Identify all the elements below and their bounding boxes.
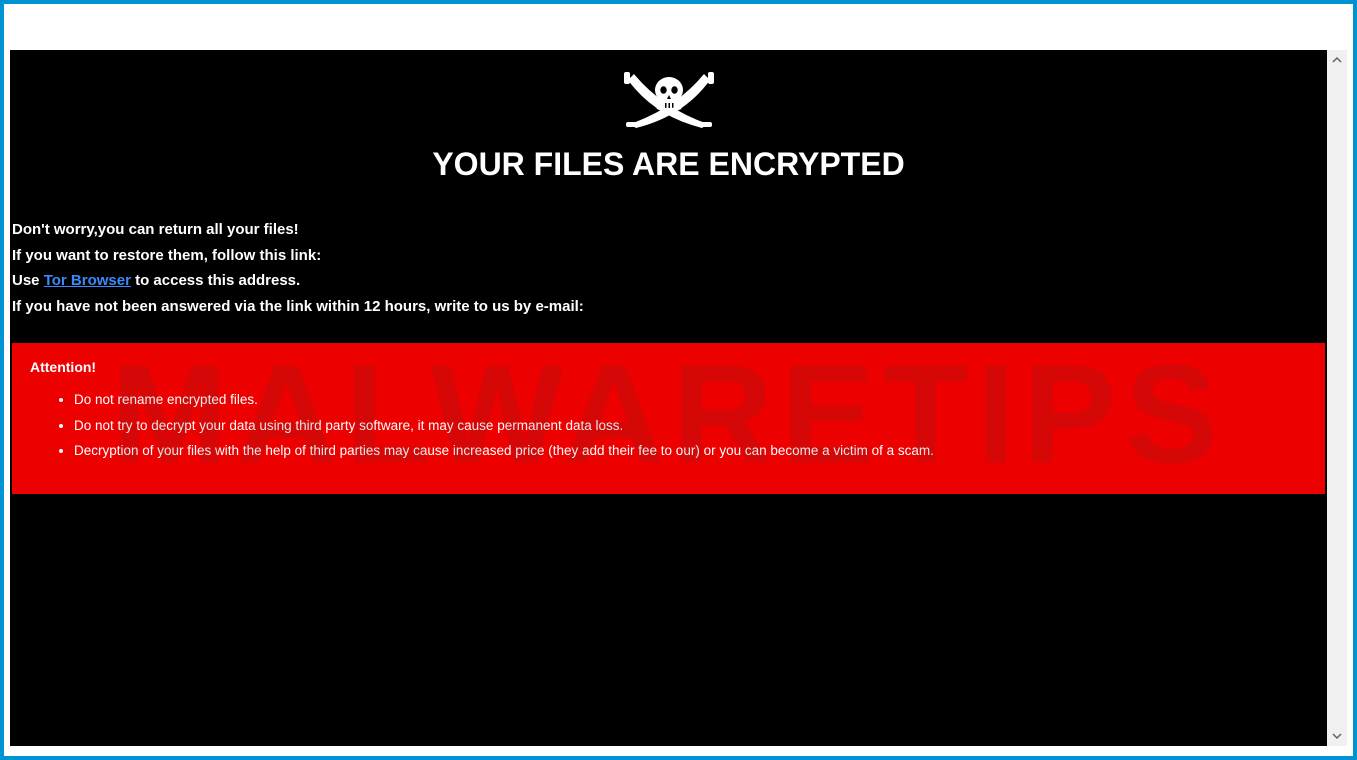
window-frame: MALWARETIPS — [4, 4, 1353, 756]
attention-item: Do not rename encrypted files. — [74, 387, 1307, 413]
attention-box: Attention! Do not rename encrypted files… — [12, 343, 1325, 494]
body-line-3-suffix: to access this address. — [131, 272, 300, 289]
attention-list: Do not rename encrypted files. Do not tr… — [30, 387, 1307, 464]
body-text: Don't worry,you can return all your file… — [10, 217, 1327, 319]
ransom-note-panel: MALWARETIPS — [10, 50, 1327, 746]
skull-swords-icon — [614, 68, 724, 138]
headline: YOUR FILES ARE ENCRYPTED — [10, 146, 1327, 183]
attention-item: Do not try to decrypt your data using th… — [74, 413, 1307, 439]
scroll-up-button[interactable] — [1327, 50, 1347, 70]
body-line-1: Don't worry,you can return all your file… — [12, 217, 1327, 243]
body-line-4: If you have not been answered via the li… — [12, 294, 1327, 320]
body-line-2: If you want to restore them, follow this… — [12, 243, 1327, 269]
scroll-down-button[interactable] — [1327, 726, 1347, 746]
body-line-3-prefix: Use — [12, 272, 44, 289]
body-line-3: Use Tor Browser to access this address. — [12, 268, 1327, 294]
chevron-down-icon — [1332, 731, 1342, 741]
chevron-up-icon — [1332, 55, 1342, 65]
tor-browser-link[interactable]: Tor Browser — [44, 272, 131, 289]
attention-item: Decryption of your files with the help o… — [74, 438, 1307, 464]
vertical-scrollbar[interactable] — [1327, 50, 1347, 746]
attention-title: Attention! — [30, 359, 1307, 375]
